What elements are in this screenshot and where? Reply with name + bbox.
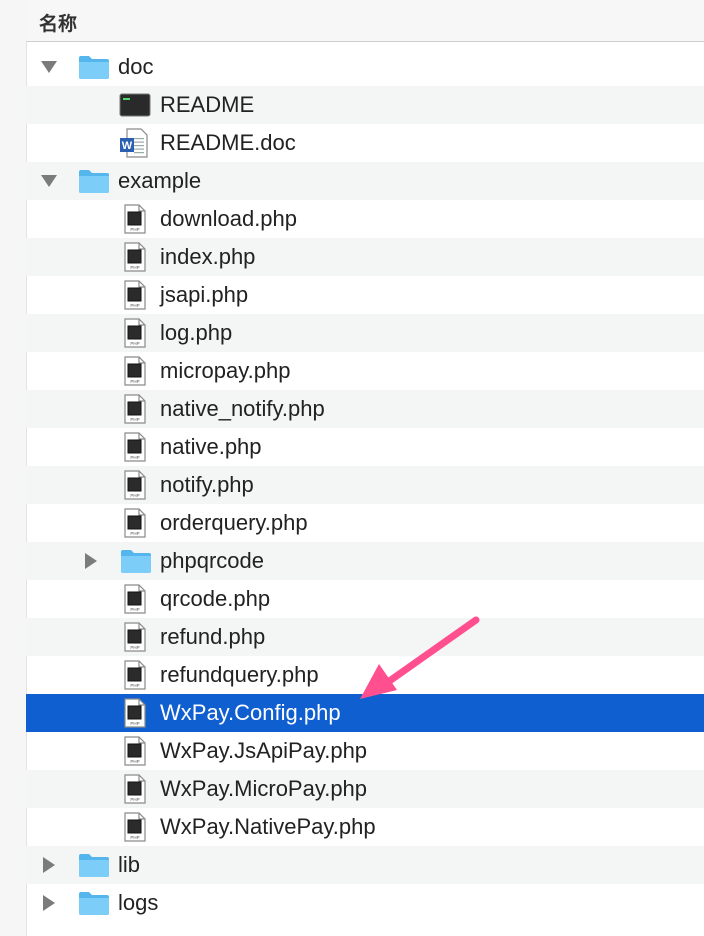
file-row-phpqrcode[interactable]: phpqrcode — [26, 542, 704, 580]
file-name: index.php — [160, 244, 256, 269]
svg-text:PHP: PHP — [130, 797, 139, 802]
file-row-micropay-php[interactable]: PHP micropay.php — [26, 352, 704, 390]
file-row-lib[interactable]: lib — [26, 846, 704, 884]
svg-text:PHP: PHP — [130, 531, 139, 536]
php-file-icon: PHP — [123, 470, 147, 505]
file-row-refund-php[interactable]: PHP refund.php — [26, 618, 704, 656]
file-name: README.doc — [160, 130, 296, 155]
folder-icon — [78, 168, 110, 199]
folder-icon — [78, 890, 110, 921]
disclosure-expanded-icon[interactable] — [38, 48, 60, 86]
file-row-wxpay-micropay-php[interactable]: PHP WxPay.MicroPay.php — [26, 770, 704, 808]
file-name: README — [160, 92, 255, 117]
file-row-index-php[interactable]: PHP index.php — [26, 238, 704, 276]
file-row-readme-doc[interactable]: W README.doc — [26, 124, 704, 162]
file-name: refundquery.php — [160, 662, 319, 687]
file-row-wxpay-nativepay-php[interactable]: PHP WxPay.NativePay.php — [26, 808, 704, 846]
file-name: orderquery.php — [160, 510, 308, 535]
php-file-icon: PHP — [123, 622, 147, 657]
file-row-native-php[interactable]: PHP native.php — [26, 428, 704, 466]
svg-text:PHP: PHP — [130, 417, 139, 422]
file-name: jsapi.php — [160, 282, 249, 307]
left-gutter — [0, 0, 27, 936]
svg-text:PHP: PHP — [130, 379, 139, 384]
file-name: WxPay.NativePay.php — [160, 814, 376, 839]
file-name: logs — [118, 890, 159, 915]
php-file-icon: PHP — [123, 242, 147, 277]
file-name: native.php — [160, 434, 262, 459]
file-row-wxpay-config-php[interactable]: PHP WxPay.Config.php — [26, 694, 704, 732]
file-row-orderquery-php[interactable]: PHP orderquery.php — [26, 504, 704, 542]
php-file-icon: PHP — [123, 660, 147, 695]
file-name: notify.php — [160, 472, 254, 497]
php-file-icon: PHP — [123, 280, 147, 315]
php-file-icon: PHP — [123, 394, 147, 429]
file-row-download-php[interactable]: PHP download.php — [26, 200, 704, 238]
file-name: micropay.php — [160, 358, 291, 383]
folder-icon — [78, 852, 110, 883]
file-name: example — [118, 168, 202, 193]
column-header[interactable]: 名称 — [26, 0, 704, 42]
disclosure-expanded-icon[interactable] — [38, 162, 60, 200]
svg-text:PHP: PHP — [130, 607, 139, 612]
file-row-log-php[interactable]: PHP log.php — [26, 314, 704, 352]
file-name: WxPay.Config.php — [160, 700, 341, 725]
svg-text:PHP: PHP — [130, 341, 139, 346]
name-column-title: 名称 — [39, 13, 78, 35]
file-row-refundquery-php[interactable]: PHP refundquery.php — [26, 656, 704, 694]
file-row-logs[interactable]: logs — [26, 884, 704, 922]
svg-text:PHP: PHP — [130, 265, 139, 270]
file-name: WxPay.MicroPay.php — [160, 776, 368, 801]
word-document-icon: W — [119, 128, 149, 163]
svg-text:PHP: PHP — [130, 759, 139, 764]
file-name: log.php — [160, 320, 233, 345]
file-row-readme[interactable]: README — [26, 86, 704, 124]
php-file-icon: PHP — [123, 584, 147, 619]
terminal-file-icon — [119, 91, 151, 124]
php-file-icon: PHP — [123, 736, 147, 771]
folder-icon — [120, 548, 152, 579]
php-file-icon: PHP — [123, 774, 147, 809]
file-row-doc[interactable]: doc — [26, 48, 704, 86]
file-row-native-notify-php[interactable]: PHP native_notify.php — [26, 390, 704, 428]
file-list: doc README W README.doc example PHP download.p… — [26, 48, 704, 922]
file-row-example[interactable]: example — [26, 162, 704, 200]
file-name: phpqrcode — [160, 548, 264, 573]
file-name: WxPay.JsApiPay.php — [160, 738, 368, 763]
svg-text:PHP: PHP — [130, 493, 139, 498]
file-name: qrcode.php — [160, 586, 271, 611]
svg-text:PHP: PHP — [130, 227, 139, 232]
file-name: doc — [118, 54, 154, 79]
file-name: refund.php — [160, 624, 266, 649]
file-row-notify-php[interactable]: PHP notify.php — [26, 466, 704, 504]
file-row-jsapi-php[interactable]: PHP jsapi.php — [26, 276, 704, 314]
php-file-icon: PHP — [123, 204, 147, 239]
disclosure-collapsed-icon[interactable] — [38, 884, 60, 922]
php-file-icon: PHP — [123, 698, 147, 733]
file-row-wxpay-jsapipay-php[interactable]: PHP WxPay.JsApiPay.php — [26, 732, 704, 770]
file-row-qrcode-php[interactable]: PHP qrcode.php — [26, 580, 704, 618]
svg-text:PHP: PHP — [130, 645, 139, 650]
file-name: lib — [118, 852, 141, 877]
svg-text:PHP: PHP — [130, 835, 139, 840]
php-file-icon: PHP — [123, 508, 147, 543]
svg-text:PHP: PHP — [130, 721, 139, 726]
disclosure-collapsed-icon[interactable] — [80, 542, 102, 580]
php-file-icon: PHP — [123, 318, 147, 353]
svg-text:PHP: PHP — [130, 455, 139, 460]
file-name: native_notify.php — [160, 396, 325, 421]
php-file-icon: PHP — [123, 812, 147, 847]
svg-text:PHP: PHP — [130, 683, 139, 688]
file-name: download.php — [160, 206, 298, 231]
svg-text:PHP: PHP — [130, 303, 139, 308]
svg-text:W: W — [122, 140, 133, 152]
disclosure-collapsed-icon[interactable] — [38, 846, 60, 884]
folder-icon — [78, 54, 110, 85]
php-file-icon: PHP — [123, 356, 147, 391]
php-file-icon: PHP — [123, 432, 147, 467]
